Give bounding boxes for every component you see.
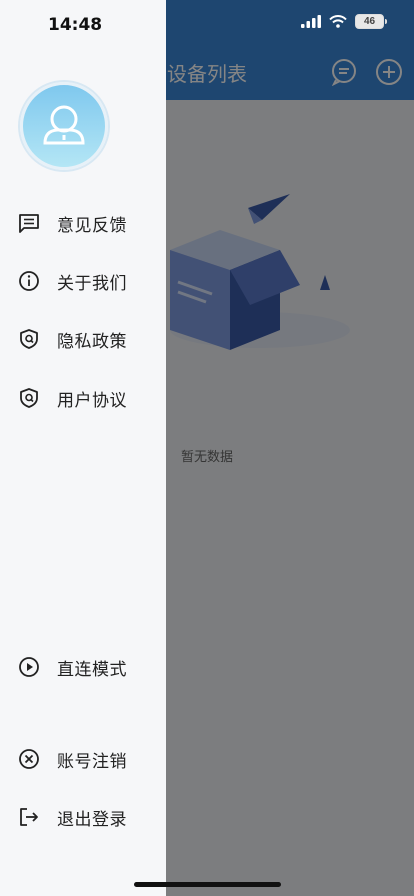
menu-item-direct-mode[interactable]: 直连模式 — [18, 652, 127, 682]
battery-level: 46 — [363, 16, 376, 27]
home-indicator[interactable] — [134, 882, 281, 887]
menu-label: 用户协议 — [57, 390, 127, 411]
menu-label: 退出登录 — [57, 809, 127, 830]
shield-icon — [20, 388, 38, 408]
wifi-icon — [329, 15, 347, 28]
feedback-icon — [19, 214, 39, 233]
menu-item-delete-account[interactable]: 账号注销 — [18, 744, 127, 774]
battery-icon: 46 — [355, 14, 387, 29]
menu-label: 账号注销 — [57, 751, 127, 772]
logout-icon — [20, 808, 38, 826]
avatar[interactable] — [20, 82, 108, 170]
signal-icon — [301, 15, 321, 28]
info-icon — [19, 271, 39, 291]
menu-label: 意见反馈 — [57, 215, 127, 236]
menu-item-feedback[interactable]: 意见反馈 — [18, 208, 127, 238]
menu-label: 关于我们 — [57, 273, 127, 294]
status-icons: 46 — [301, 14, 387, 29]
menu-item-terms[interactable]: 用户协议 — [18, 383, 127, 413]
menu-label: 直连模式 — [57, 659, 127, 680]
menu-label: 隐私政策 — [57, 331, 127, 352]
side-drawer: 意见反馈 关于我们 隐私政策 用户协议 直连模式 账号注销 退出登录 — [0, 0, 166, 896]
status-time: 14:48 — [48, 15, 103, 35]
menu-item-logout[interactable]: 退出登录 — [18, 802, 127, 832]
play-circle-icon — [19, 657, 39, 677]
close-circle-icon — [19, 749, 39, 769]
user-icon — [43, 105, 85, 145]
shield-icon — [20, 329, 38, 349]
menu-item-privacy[interactable]: 隐私政策 — [18, 324, 127, 354]
menu-item-about[interactable]: 关于我们 — [18, 266, 127, 296]
